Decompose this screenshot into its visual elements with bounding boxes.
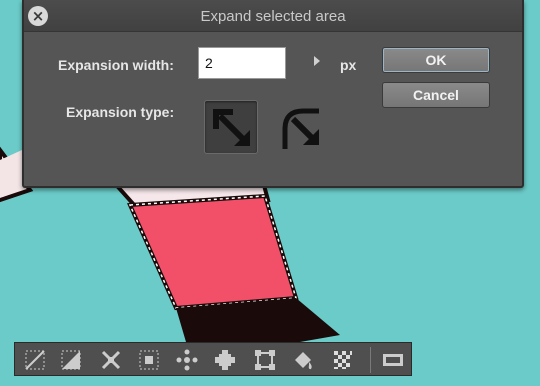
selection-dots-icon[interactable] (175, 348, 199, 372)
expansion-width-label: Expansion width: (58, 57, 174, 73)
fill-selection-icon[interactable] (291, 348, 315, 372)
transparency-checker-icon[interactable] (331, 348, 355, 372)
film-strip-icon[interactable] (381, 348, 405, 372)
dialog-titlebar: × Expand selected area (24, 0, 522, 32)
selection-toolbar (14, 342, 412, 376)
expansion-type-round-button[interactable] (274, 100, 328, 154)
expansion-type-label: Expansion type: (66, 104, 175, 120)
shrink-selection-icon[interactable] (137, 348, 161, 372)
ok-button[interactable]: OK (382, 47, 490, 73)
expand-selected-area-dialog: × Expand selected area Expansion width: … (22, 0, 524, 188)
expand-selection-icon[interactable] (99, 348, 123, 372)
toolbar-separator (370, 347, 371, 373)
selected-pink-region (127, 193, 299, 311)
round-corner-expand-icon (282, 108, 320, 149)
transform-selection-icon[interactable] (253, 348, 277, 372)
expansion-type-square-button[interactable] (204, 100, 258, 154)
expansion-width-input[interactable] (198, 47, 286, 79)
square-corner-expand-icon (213, 109, 251, 147)
unit-label: px (340, 57, 357, 73)
cancel-button[interactable]: Cancel (382, 82, 490, 108)
unit-dropdown-arrow-icon[interactable] (314, 56, 320, 66)
deselect-icon[interactable] (23, 348, 47, 372)
dialog-title: Expand selected area (200, 8, 346, 25)
move-selection-icon[interactable] (213, 348, 237, 372)
invert-selection-icon[interactable] (59, 348, 83, 372)
